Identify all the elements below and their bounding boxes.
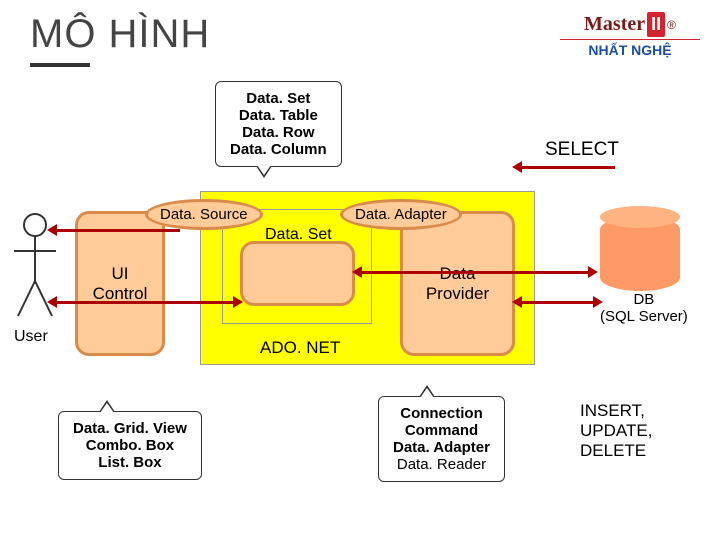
ui-control-box: UI Control <box>75 211 165 356</box>
callout-dataset-classes: Data. Set Data. Table Data. Row Data. Co… <box>215 81 342 167</box>
callout-line: Data. Grid. View <box>73 420 187 437</box>
title-underline <box>30 63 90 67</box>
label-db: DB (SQL Server) <box>600 291 688 325</box>
logo-ii-badge: II <box>647 12 665 37</box>
callout-line: Data. Reader <box>393 456 490 473</box>
logo-subtitle: NHẤT NGHỆ <box>560 39 700 58</box>
callout-line: Data. Set <box>230 90 327 107</box>
dataadapter-oval: Data. Adapter <box>340 199 462 230</box>
callout-line: Data. Column <box>230 141 327 158</box>
arrow-select <box>520 166 615 169</box>
dataset-inner-box <box>240 241 355 306</box>
callout-provider-classes: Connection Command Data. Adapter Data. R… <box>378 396 505 482</box>
callout-line: Combo. Box <box>73 437 187 454</box>
callout-ui-controls: Data. Grid. View Combo. Box List. Box <box>58 411 202 480</box>
label-select: SELECT <box>545 139 619 161</box>
logo-registered-icon: ® <box>667 18 676 32</box>
database-icon: DB (SQL Server) <box>600 216 688 325</box>
slide-header: MÔ HÌNH Master II ® NHẤT NGHỆ <box>0 0 720 71</box>
callout-line: Data. Row <box>230 124 327 141</box>
callout-line: List. Box <box>73 454 187 471</box>
arrow-user-to-ui <box>55 229 180 232</box>
label-user: User <box>14 328 48 346</box>
arrow-provider-db-2 <box>520 301 595 304</box>
arrow-provider-db-1 <box>360 271 590 274</box>
callout-line: Command <box>393 422 490 439</box>
callout-line: Data. Adapter <box>393 439 490 456</box>
label-adonet: ADO. NET <box>260 338 340 358</box>
diagram-canvas: Data. Set Data. Table Data. Row Data. Co… <box>0 71 720 521</box>
slide-title: MÔ HÌNH <box>30 12 560 57</box>
label-sql-ops: INSERT, UPDATE, DELETE <box>580 401 652 461</box>
brand-logo: Master II ® NHẤT NGHỆ <box>560 12 700 58</box>
title-block: MÔ HÌNH <box>30 12 560 67</box>
logo-master-text: Master <box>584 13 645 36</box>
data-provider-box: Data Provider <box>400 211 515 356</box>
datasource-oval: Data. Source <box>145 199 263 230</box>
label-dataset: Data. Set <box>265 226 332 244</box>
arrow-ui-dataset <box>55 301 235 304</box>
callout-line: Data. Table <box>230 107 327 124</box>
callout-line: Connection <box>393 405 490 422</box>
